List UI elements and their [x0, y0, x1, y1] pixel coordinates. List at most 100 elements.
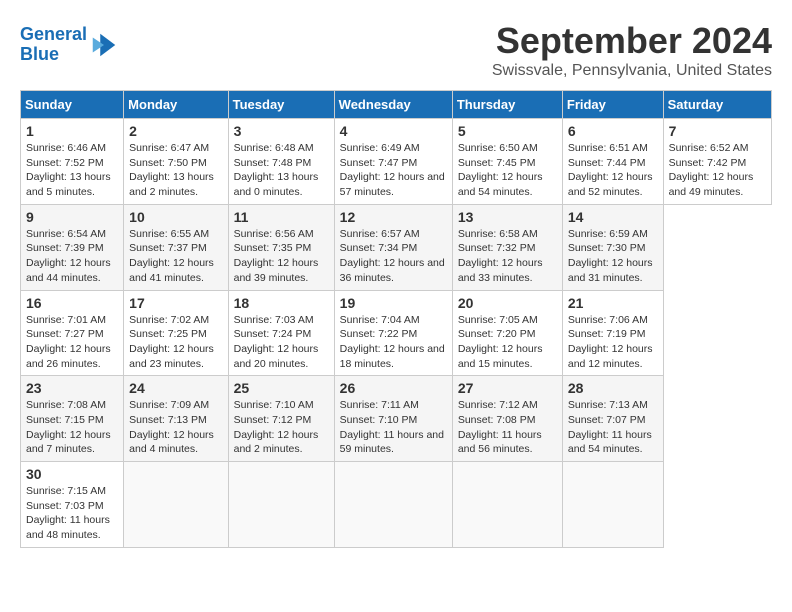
calendar-cell: 23 Sunrise: 7:08 AMSunset: 7:15 PMDaylig…	[21, 376, 124, 462]
col-header-monday: Monday	[124, 91, 228, 119]
day-number: 14	[568, 209, 658, 225]
week-row-2: 9 Sunrise: 6:54 AMSunset: 7:39 PMDayligh…	[21, 204, 772, 290]
day-info: Sunrise: 6:46 AMSunset: 7:52 PMDaylight:…	[26, 142, 111, 198]
day-info: Sunrise: 7:15 AMSunset: 7:03 PMDaylight:…	[26, 485, 110, 541]
day-info: Sunrise: 6:54 AMSunset: 7:39 PMDaylight:…	[26, 228, 111, 284]
calendar-cell: 7 Sunrise: 6:52 AMSunset: 7:42 PMDayligh…	[663, 119, 771, 205]
day-info: Sunrise: 7:13 AMSunset: 7:07 PMDaylight:…	[568, 399, 652, 455]
day-number: 9	[26, 209, 118, 225]
day-number: 10	[129, 209, 222, 225]
day-info: Sunrise: 6:58 AMSunset: 7:32 PMDaylight:…	[458, 228, 543, 284]
day-number: 16	[26, 295, 118, 311]
day-info: Sunrise: 7:10 AMSunset: 7:12 PMDaylight:…	[234, 399, 319, 455]
day-number: 25	[234, 380, 329, 396]
calendar-cell: 19 Sunrise: 7:04 AMSunset: 7:22 PMDaylig…	[334, 290, 452, 376]
calendar-cell: 21 Sunrise: 7:06 AMSunset: 7:19 PMDaylig…	[562, 290, 663, 376]
calendar-cell: 4 Sunrise: 6:49 AMSunset: 7:47 PMDayligh…	[334, 119, 452, 205]
day-info: Sunrise: 7:09 AMSunset: 7:13 PMDaylight:…	[129, 399, 214, 455]
calendar-cell: 5 Sunrise: 6:50 AMSunset: 7:45 PMDayligh…	[452, 119, 562, 205]
day-info: Sunrise: 7:04 AMSunset: 7:22 PMDaylight:…	[340, 314, 445, 370]
day-info: Sunrise: 7:01 AMSunset: 7:27 PMDaylight:…	[26, 314, 111, 370]
day-number: 24	[129, 380, 222, 396]
day-number: 3	[234, 123, 329, 139]
day-number: 13	[458, 209, 557, 225]
day-number: 17	[129, 295, 222, 311]
col-header-tuesday: Tuesday	[228, 91, 334, 119]
day-number: 1	[26, 123, 118, 139]
day-info: Sunrise: 7:03 AMSunset: 7:24 PMDaylight:…	[234, 314, 319, 370]
day-number: 18	[234, 295, 329, 311]
col-header-sunday: Sunday	[21, 91, 124, 119]
calendar-cell: 9 Sunrise: 6:54 AMSunset: 7:39 PMDayligh…	[21, 204, 124, 290]
day-info: Sunrise: 6:49 AMSunset: 7:47 PMDaylight:…	[340, 142, 445, 198]
day-number: 7	[669, 123, 766, 139]
day-number: 12	[340, 209, 447, 225]
day-number: 21	[568, 295, 658, 311]
day-info: Sunrise: 7:11 AMSunset: 7:10 PMDaylight:…	[340, 399, 444, 455]
calendar-cell: 10 Sunrise: 6:55 AMSunset: 7:37 PMDaylig…	[124, 204, 228, 290]
day-number: 5	[458, 123, 557, 139]
day-info: Sunrise: 7:05 AMSunset: 7:20 PMDaylight:…	[458, 314, 543, 370]
title-block: September 2024 Swissvale, Pennsylvania, …	[492, 20, 772, 80]
week-row-5: 30 Sunrise: 7:15 AMSunset: 7:03 PMDaylig…	[21, 462, 772, 548]
calendar-cell: 30 Sunrise: 7:15 AMSunset: 7:03 PMDaylig…	[21, 462, 124, 548]
day-number: 23	[26, 380, 118, 396]
week-row-1: 1 Sunrise: 6:46 AMSunset: 7:52 PMDayligh…	[21, 119, 772, 205]
calendar-cell: 24 Sunrise: 7:09 AMSunset: 7:13 PMDaylig…	[124, 376, 228, 462]
day-info: Sunrise: 6:48 AMSunset: 7:48 PMDaylight:…	[234, 142, 319, 198]
calendar-cell	[124, 462, 228, 548]
day-info: Sunrise: 6:50 AMSunset: 7:45 PMDaylight:…	[458, 142, 543, 198]
day-info: Sunrise: 6:57 AMSunset: 7:34 PMDaylight:…	[340, 228, 445, 284]
calendar-cell: 14 Sunrise: 6:59 AMSunset: 7:30 PMDaylig…	[562, 204, 663, 290]
calendar-cell: 2 Sunrise: 6:47 AMSunset: 7:50 PMDayligh…	[124, 119, 228, 205]
day-info: Sunrise: 6:51 AMSunset: 7:44 PMDaylight:…	[568, 142, 653, 198]
calendar-cell: 16 Sunrise: 7:01 AMSunset: 7:27 PMDaylig…	[21, 290, 124, 376]
col-header-friday: Friday	[562, 91, 663, 119]
col-header-wednesday: Wednesday	[334, 91, 452, 119]
day-number: 4	[340, 123, 447, 139]
day-info: Sunrise: 6:47 AMSunset: 7:50 PMDaylight:…	[129, 142, 214, 198]
day-number: 27	[458, 380, 557, 396]
day-info: Sunrise: 7:06 AMSunset: 7:19 PMDaylight:…	[568, 314, 653, 370]
calendar-header-row: SundayMondayTuesdayWednesdayThursdayFrid…	[21, 91, 772, 119]
calendar-cell: 1 Sunrise: 6:46 AMSunset: 7:52 PMDayligh…	[21, 119, 124, 205]
day-number: 6	[568, 123, 658, 139]
logo: General Blue	[20, 25, 119, 65]
logo-text: General Blue	[20, 25, 87, 65]
day-number: 2	[129, 123, 222, 139]
day-info: Sunrise: 7:12 AMSunset: 7:08 PMDaylight:…	[458, 399, 542, 455]
week-row-3: 16 Sunrise: 7:01 AMSunset: 7:27 PMDaylig…	[21, 290, 772, 376]
calendar-cell: 11 Sunrise: 6:56 AMSunset: 7:35 PMDaylig…	[228, 204, 334, 290]
calendar-cell: 13 Sunrise: 6:58 AMSunset: 7:32 PMDaylig…	[452, 204, 562, 290]
col-header-thursday: Thursday	[452, 91, 562, 119]
calendar-table: SundayMondayTuesdayWednesdayThursdayFrid…	[20, 90, 772, 548]
day-number: 11	[234, 209, 329, 225]
week-row-4: 23 Sunrise: 7:08 AMSunset: 7:15 PMDaylig…	[21, 376, 772, 462]
day-number: 20	[458, 295, 557, 311]
calendar-cell: 25 Sunrise: 7:10 AMSunset: 7:12 PMDaylig…	[228, 376, 334, 462]
logo-icon	[89, 30, 119, 60]
calendar-cell: 28 Sunrise: 7:13 AMSunset: 7:07 PMDaylig…	[562, 376, 663, 462]
day-number: 19	[340, 295, 447, 311]
day-number: 28	[568, 380, 658, 396]
day-number: 30	[26, 466, 118, 482]
calendar-cell: 26 Sunrise: 7:11 AMSunset: 7:10 PMDaylig…	[334, 376, 452, 462]
day-info: Sunrise: 7:02 AMSunset: 7:25 PMDaylight:…	[129, 314, 214, 370]
calendar-cell: 17 Sunrise: 7:02 AMSunset: 7:25 PMDaylig…	[124, 290, 228, 376]
day-info: Sunrise: 6:52 AMSunset: 7:42 PMDaylight:…	[669, 142, 754, 198]
day-info: Sunrise: 6:56 AMSunset: 7:35 PMDaylight:…	[234, 228, 319, 284]
calendar-cell: 27 Sunrise: 7:12 AMSunset: 7:08 PMDaylig…	[452, 376, 562, 462]
day-number: 26	[340, 380, 447, 396]
day-info: Sunrise: 6:55 AMSunset: 7:37 PMDaylight:…	[129, 228, 214, 284]
calendar-cell: 6 Sunrise: 6:51 AMSunset: 7:44 PMDayligh…	[562, 119, 663, 205]
calendar-cell	[228, 462, 334, 548]
month-title: September 2024	[492, 20, 772, 62]
calendar-cell: 3 Sunrise: 6:48 AMSunset: 7:48 PMDayligh…	[228, 119, 334, 205]
day-info: Sunrise: 6:59 AMSunset: 7:30 PMDaylight:…	[568, 228, 653, 284]
calendar-cell	[452, 462, 562, 548]
calendar-cell: 12 Sunrise: 6:57 AMSunset: 7:34 PMDaylig…	[334, 204, 452, 290]
calendar-cell: 18 Sunrise: 7:03 AMSunset: 7:24 PMDaylig…	[228, 290, 334, 376]
page-header: General Blue September 2024 Swissvale, P…	[20, 20, 772, 80]
calendar-cell: 20 Sunrise: 7:05 AMSunset: 7:20 PMDaylig…	[452, 290, 562, 376]
calendar-cell	[562, 462, 663, 548]
